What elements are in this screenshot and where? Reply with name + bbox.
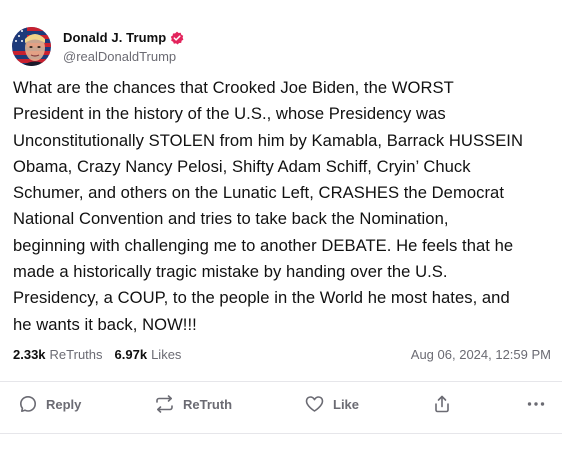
heart-icon <box>304 394 325 414</box>
post-text-line: President in the history of the U.S., wh… <box>13 104 446 124</box>
retruth-button[interactable]: ReTruth <box>154 383 232 425</box>
author-names: Donald J. Trump @realDonaldTrump <box>63 29 184 64</box>
divider-top <box>0 381 562 382</box>
verified-badge-icon <box>170 31 184 45</box>
post-timestamp[interactable]: Aug 06, 2024, 12:59 PM <box>411 347 551 362</box>
post-stats: 2.33k ReTruths 6.97k Likes Aug 06, 2024,… <box>13 345 551 363</box>
author-display-name[interactable]: Donald J. Trump <box>63 30 166 45</box>
likes-label: Likes <box>151 346 182 362</box>
likes-count: 6.97k <box>114 346 148 362</box>
more-options-button[interactable] <box>526 383 546 425</box>
retruths-label: ReTruths <box>49 346 103 362</box>
author-avatar[interactable] <box>12 26 51 66</box>
post-text-line: beginning with challenging me to another… <box>13 235 514 255</box>
post-text-line: Unconstitutionally STOLEN from him by Ka… <box>13 130 524 150</box>
post-header: Donald J. Trump @realDonaldTrump <box>12 26 184 66</box>
author-handle[interactable]: @realDonaldTrump <box>63 49 184 64</box>
likes-stat[interactable]: 6.97k Likes <box>115 347 182 362</box>
post-text-line: Presidency, a COUP, to the people in the… <box>13 288 510 308</box>
post-text-line: Obama, Crazy Nancy Pelosi, Shifty Adam S… <box>13 156 471 176</box>
reply-button[interactable]: Reply <box>18 383 81 425</box>
post-actions: Reply ReTruth Like <box>0 383 562 425</box>
like-label: Like <box>333 396 360 412</box>
share-button[interactable] <box>432 383 452 425</box>
more-options-icon <box>526 394 546 414</box>
like-button[interactable]: Like <box>304 383 359 425</box>
name-row: Donald J. Trump <box>63 29 184 47</box>
post-text-line: he wants it back, NOW!!! <box>13 314 197 334</box>
retruths-count: 2.33k <box>13 346 46 362</box>
divider-bottom <box>0 433 562 434</box>
retruth-icon <box>154 394 175 414</box>
reply-label: Reply <box>46 396 82 412</box>
avatar-image <box>12 26 51 66</box>
post-body: What are the chances that Crooked Joe Bi… <box>13 75 558 338</box>
retruth-label: ReTruth <box>183 396 233 412</box>
retruths-stat[interactable]: 2.33k ReTruths <box>13 347 103 362</box>
post-text-line: What are the chances that Crooked Joe Bi… <box>13 78 454 97</box>
share-icon <box>432 394 452 414</box>
post-text-line: Schumer, and others on the Lunatic Left,… <box>13 183 504 203</box>
reply-icon <box>18 394 38 414</box>
post-text-line: made a historically tragic mistake by ha… <box>13 262 448 282</box>
post-text-line: National Convention and tries to take ba… <box>13 209 449 229</box>
